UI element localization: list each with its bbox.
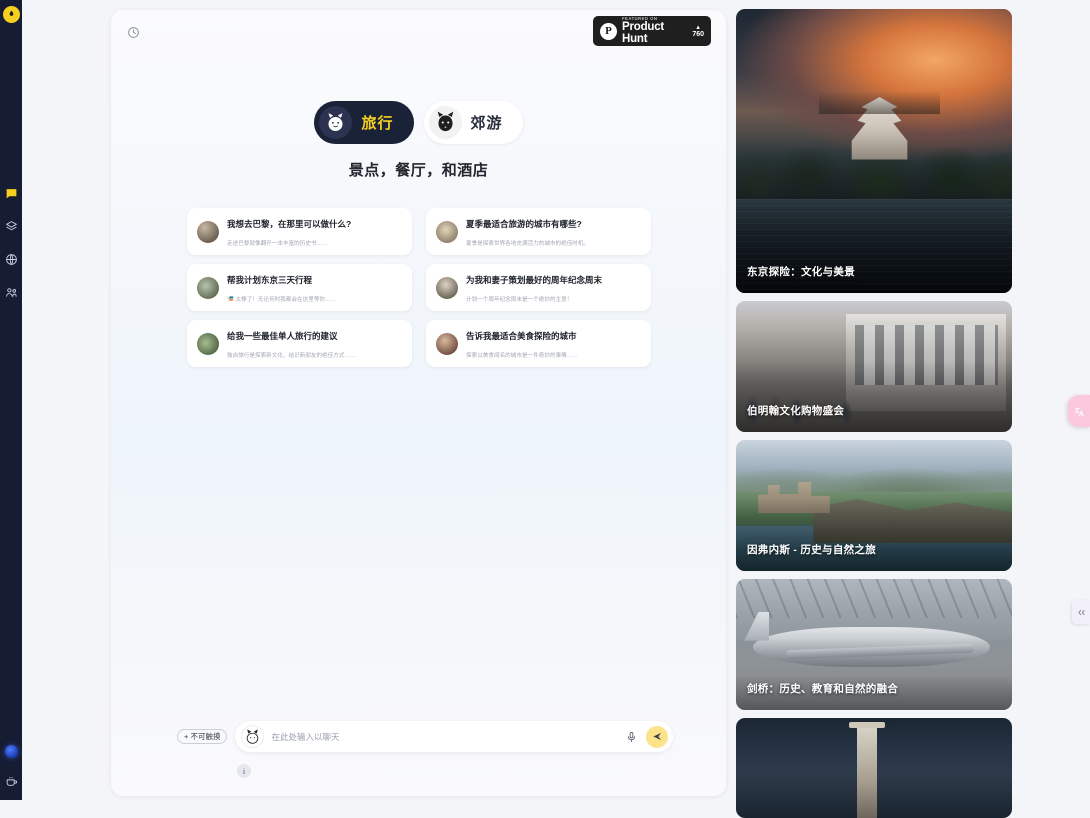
- rail-item-discover[interactable]: [2, 250, 20, 268]
- suggestion-thumbnail: [197, 220, 219, 243]
- suggestion-thumbnail: [197, 332, 219, 355]
- microphone-button[interactable]: [623, 729, 639, 745]
- cat-avatar-icon: [247, 729, 259, 744]
- coffee-cup-icon: [6, 776, 17, 786]
- suggestion-title: 我想去巴黎，在那里可以做什么?: [227, 218, 352, 229]
- mode-pill-outing-label: 郊游: [470, 115, 503, 132]
- product-hunt-vote-count: 760: [692, 30, 704, 38]
- suggestion-text: 夏季最适合旅游的城市有哪些? 夏季是探索世界各地充满活力的城市的绝佳时机。: [466, 214, 641, 250]
- photo-card-tokyo[interactable]: 东京探险：文化与美景: [736, 9, 1012, 293]
- tokyo-castle-roof: [818, 91, 941, 115]
- rail-item-layers[interactable]: [2, 217, 20, 235]
- layers-icon: [5, 220, 17, 230]
- mode-pill-group: 旅行 郊游: [111, 101, 726, 144]
- museum-roof-rafters: [736, 579, 1012, 619]
- suggestion-text: 为我和妻子策划最好的周年纪念周末 计划一个周年纪念周末是一个绝妙的主意！: [466, 270, 641, 306]
- chat-panel: P FEATURED ON Product Hunt ▲ 760 旅行 郊游 景…: [111, 10, 726, 796]
- suggestion-subtitle: 计划一个周年纪念周末是一个绝妙的主意！: [466, 296, 573, 303]
- suggestion-thumbnail: [197, 276, 219, 299]
- suggestion-card[interactable]: 帮我计划东京三天行程 🎏 太棒了！无论何时我都会在这里等你……: [187, 264, 412, 311]
- untouchable-chip[interactable]: + 不可触摸: [177, 729, 228, 744]
- photo-scrim: [736, 359, 1012, 432]
- suggestion-thumbnail: [436, 332, 458, 355]
- suggestion-thumbnail: [436, 220, 458, 243]
- suggestion-text: 我想去巴黎，在那里可以做什么? 走进巴黎就像翻开一本丰富的历史书……: [227, 214, 402, 250]
- mode-pill-travel-label: 旅行: [361, 115, 394, 132]
- microphone-icon: [627, 731, 635, 742]
- suggestion-subtitle: 夏季是探索世界各地充满活力的城市的绝佳时机。: [466, 240, 590, 247]
- suggestion-text: 帮我计划东京三天行程 🎏 太棒了！无论何时我都会在这里等你……: [227, 270, 402, 306]
- photo-caption: 伯明翰文化购物盛会: [747, 405, 845, 417]
- photo-feed-column: 东京探险：文化与美景 伯明翰文化购物盛会 因弗内斯 - 历史与自然之旅 剑桥：历…: [736, 9, 1012, 818]
- photo-scrim: [736, 498, 1012, 571]
- photo-scrim: [736, 637, 1012, 710]
- monument-capital: [849, 722, 886, 728]
- suggestion-subtitle: 🎏 太棒了！无论何时我都会在这里等你……: [227, 296, 337, 303]
- product-hunt-text: FEATURED ON Product Hunt: [622, 16, 692, 45]
- page-title: 景点，餐厅，和酒店: [348, 162, 489, 179]
- suggestion-card[interactable]: 我想去巴黎，在那里可以做什么? 走进巴黎就像翻开一本丰富的历史书……: [187, 208, 412, 255]
- translate-fab[interactable]: [1068, 395, 1090, 427]
- send-paper-plane-icon: [652, 732, 661, 741]
- refresh-clock-icon: [127, 26, 139, 38]
- cat-avatar-glyph: [328, 113, 344, 132]
- photo-card-cambridge[interactable]: 剑桥：历史、教育和自然的融合: [736, 579, 1012, 710]
- cat-avatar-icon: [319, 106, 353, 139]
- suggestion-subtitle: 走进巴黎就像翻开一本丰富的历史书……: [227, 240, 328, 247]
- rail-item-status[interactable]: [4, 745, 18, 758]
- translate-icon: [1074, 407, 1084, 416]
- photo-card-birmingham[interactable]: 伯明翰文化购物盛会: [736, 301, 1012, 432]
- mode-pill-travel[interactable]: 旅行: [314, 101, 414, 144]
- suggestion-card[interactable]: 给我一些最佳单人旅行的建议 独自旅行是探索新文化、结识新朋友的绝佳方式……: [187, 320, 412, 367]
- info-button[interactable]: i: [237, 764, 251, 778]
- rail-item-chat[interactable]: [2, 184, 20, 202]
- fox-avatar-glyph: [437, 111, 453, 132]
- refresh-button[interactable]: [123, 22, 143, 42]
- suggestion-card[interactable]: 告诉我最适合美食探险的城市 探索以美食闻名的城市是一件奇妙的事情……: [426, 320, 651, 367]
- chat-input[interactable]: [271, 731, 616, 742]
- suggestion-title: 给我一些最佳单人旅行的建议: [227, 330, 338, 341]
- suggestion-title: 告诉我最适合美食探险的城市: [466, 330, 577, 341]
- suggestion-subtitle: 探索以美食闻名的城市是一件奇妙的事情……: [466, 352, 578, 359]
- people-icon: [5, 287, 17, 297]
- suggestion-thumbnail: [436, 276, 458, 299]
- fox-avatar-icon: [428, 106, 462, 139]
- product-hunt-badge[interactable]: P FEATURED ON Product Hunt ▲ 760: [593, 16, 711, 46]
- send-button[interactable]: [646, 725, 668, 748]
- composer-avatar: [241, 725, 265, 748]
- product-hunt-name: Product Hunt: [622, 21, 665, 45]
- flame-logo-icon: [9, 10, 13, 16]
- app-logo[interactable]: [2, 6, 20, 23]
- product-hunt-logo-icon: P: [600, 22, 617, 40]
- photo-card-inverness[interactable]: 因弗内斯 - 历史与自然之旅: [736, 440, 1012, 571]
- rail-item-coffee[interactable]: [2, 772, 20, 790]
- product-hunt-votes: ▲ 760: [692, 25, 704, 38]
- composer-row: + 不可触摸: [177, 721, 673, 752]
- suggestion-title: 帮我计划东京三天行程: [227, 274, 313, 285]
- suggestion-subtitle: 独自旅行是探索新文化、结识新朋友的绝佳方式……: [227, 352, 356, 359]
- left-sidebar-rail: [0, 0, 22, 800]
- suggestion-text: 给我一些最佳单人旅行的建议 独自旅行是探索新文化、结识新朋友的绝佳方式……: [227, 326, 402, 362]
- monument-column: [857, 726, 877, 818]
- suggestion-card[interactable]: 为我和妻子策划最好的周年纪念周末 计划一个周年纪念周末是一个绝妙的主意！: [426, 264, 651, 311]
- suggestion-title: 为我和妻子策划最好的周年纪念周末: [466, 274, 603, 285]
- photo-caption: 剑桥：历史、教育和自然的融合: [747, 683, 899, 695]
- chat-bubble-icon: [6, 188, 16, 198]
- suggestion-grid: 我想去巴黎，在那里可以做什么? 走进巴黎就像翻开一本丰富的历史书…… 夏季最适合…: [187, 208, 651, 367]
- collapse-panel-icon: [1078, 609, 1084, 615]
- globe-icon: [5, 253, 17, 265]
- suggestion-text: 告诉我最适合美食探险的城市 探索以美食闻名的城市是一件奇妙的事情……: [466, 326, 641, 362]
- suggestion-title: 夏季最适合旅游的城市有哪些?: [466, 218, 582, 229]
- photo-caption: 东京探险：文化与美景: [747, 266, 855, 278]
- mode-pill-outing[interactable]: 郊游: [423, 101, 523, 144]
- photo-caption: 因弗内斯 - 历史与自然之旅: [747, 544, 877, 556]
- rail-item-community[interactable]: [2, 283, 20, 301]
- photo-card-monument[interactable]: [736, 718, 1012, 818]
- collapse-panel-fab[interactable]: [1072, 600, 1090, 624]
- message-composer: [235, 721, 673, 752]
- suggestion-card[interactable]: 夏季最适合旅游的城市有哪些? 夏季是探索世界各地充满活力的城市的绝佳时机。: [426, 208, 651, 255]
